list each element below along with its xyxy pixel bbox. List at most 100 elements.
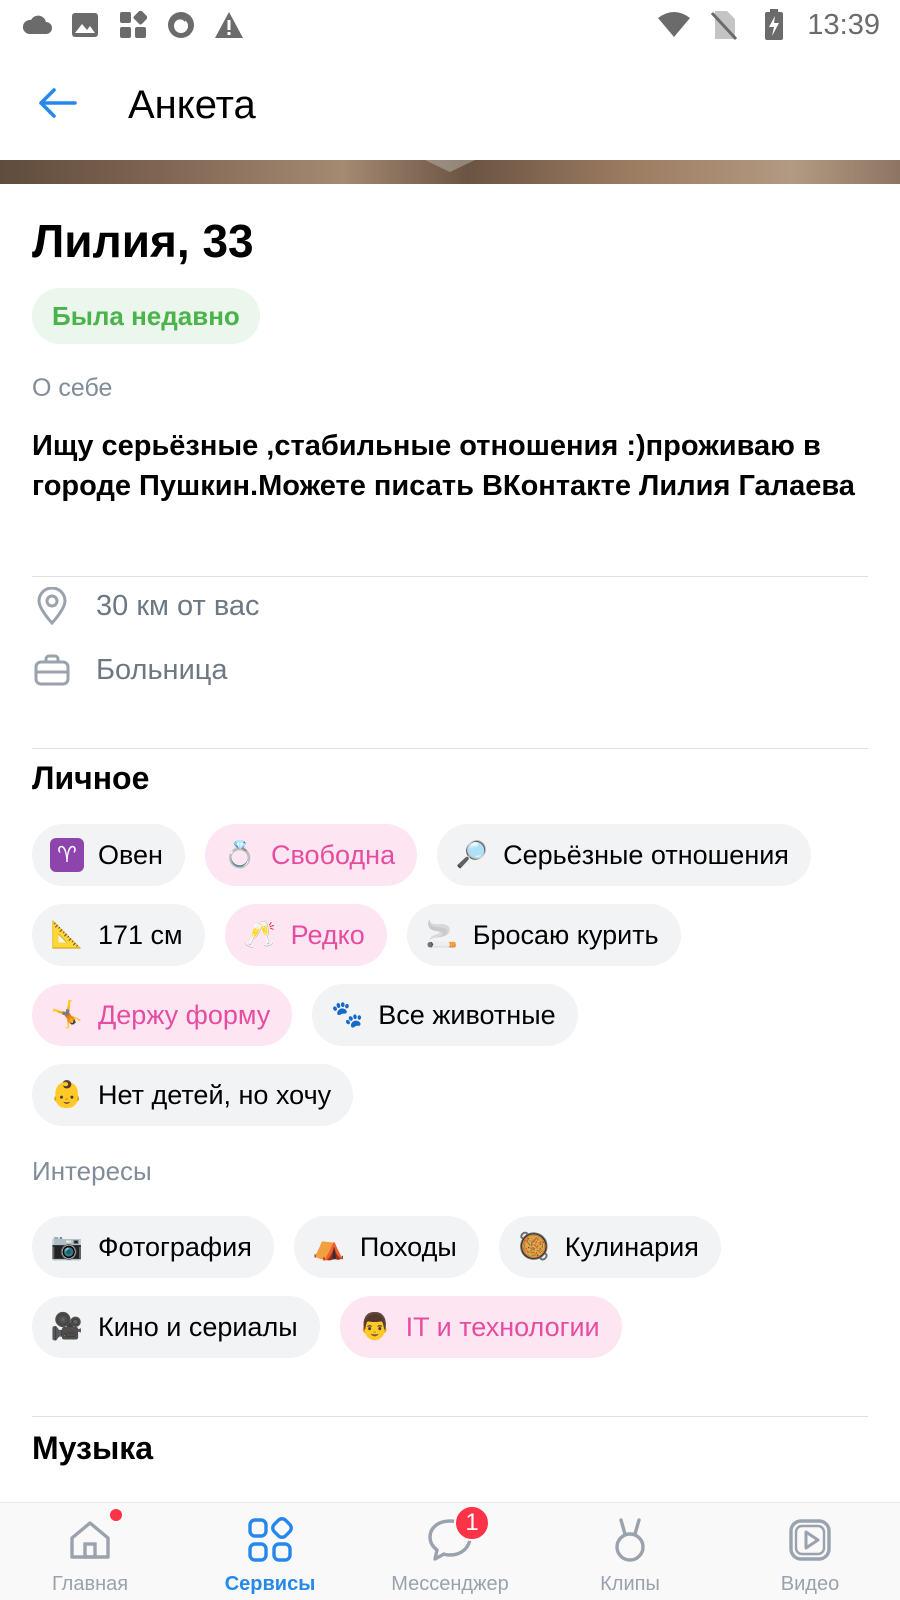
warning-icon	[212, 8, 246, 42]
divider	[32, 1416, 868, 1417]
interests-chip-row: 📷 Фотография ⛺ Походы 🥘 Кулинария	[32, 1216, 721, 1278]
divider	[32, 576, 868, 577]
tab-home[interactable]: Главная	[0, 1503, 180, 1600]
services-grid-icon	[243, 1513, 297, 1567]
personal-section-title: Личное	[32, 760, 150, 796]
status-bar-left-icons	[20, 8, 246, 42]
chip-sport[interactable]: 🤸 Держу форму	[32, 984, 293, 1046]
status-bar: 13:39	[0, 0, 900, 50]
chip-interest-movies[interactable]: 🎥 Кино и сериалы	[32, 1296, 320, 1358]
tab-clips[interactable]: Клипы	[540, 1503, 720, 1600]
gymnast-icon: 🤸	[50, 1000, 84, 1030]
app-header: Анкета	[0, 50, 900, 160]
ring-icon: 💍	[223, 840, 257, 870]
chip-label: Кино и сериалы	[98, 1311, 298, 1342]
no-sim-icon	[707, 8, 741, 42]
tab-label: Мессенджер	[391, 1573, 509, 1595]
chip-interest-it[interactable]: 👨 IT и технологии	[339, 1296, 622, 1358]
distance-text: 30 км от вас	[96, 589, 260, 622]
personal-chip-row: ♈ Овен 💍 Свободна 🔎 Серьёзные отношения	[32, 824, 811, 886]
personal-chip-row: 🤸 Держу форму 🐾 Все животные	[32, 984, 578, 1046]
distance-row: 30 км от вас	[32, 584, 260, 628]
paw-prints-icon: 🐾	[331, 1000, 364, 1030]
cigarette-icon: 🚬	[425, 920, 458, 950]
chip-interest-photography[interactable]: 📷 Фотография	[32, 1216, 274, 1278]
firefox-icon	[164, 8, 198, 42]
triangle-ruler-icon: 📐	[50, 920, 84, 950]
chip-label: Овен	[98, 839, 163, 870]
tab-video[interactable]: Видео	[720, 1503, 900, 1600]
notification-dot	[110, 1509, 122, 1521]
movie-camera-icon: 🎥	[50, 1312, 84, 1342]
about-text: Ищу серьёзные ,стабильные отношения :)пр…	[32, 430, 855, 502]
chip-label: IT и технологии	[405, 1311, 600, 1342]
technologist-icon: 👨	[358, 1312, 391, 1342]
chip-label: Держу форму	[98, 999, 271, 1030]
online-status-text: Была недавно	[52, 300, 240, 331]
cloud-icon	[20, 8, 54, 42]
chip-interest-cooking[interactable]: 🥘 Кулинария	[498, 1216, 721, 1278]
chip-label: Свободна	[270, 839, 396, 870]
tent-icon: ⛺	[312, 1232, 346, 1262]
tab-messenger[interactable]: 1 Мессенджер	[360, 1503, 540, 1600]
tab-label: Главная	[51, 1573, 129, 1595]
paella-pan-icon: 🥘	[517, 1232, 550, 1262]
aries-icon: ♈	[50, 838, 84, 872]
chip-smoking[interactable]: 🚬 Бросаю курить	[406, 904, 681, 966]
tab-services[interactable]: Сервисы	[180, 1503, 360, 1600]
briefcase-icon	[32, 650, 72, 690]
chip-label: 171 см	[98, 919, 183, 950]
clips-icon	[603, 1513, 657, 1567]
music-title-text: Музыка	[32, 1430, 154, 1466]
work-text: Больница	[96, 653, 228, 686]
chip-alcohol[interactable]: 🥂 Редко	[224, 904, 387, 966]
status-bar-right-icons: 13:39	[657, 8, 880, 42]
camera-icon: 📷	[50, 1232, 84, 1262]
chip-label: Бросаю курить	[472, 919, 659, 950]
magnifier-icon: 🔎	[455, 840, 489, 870]
personal-chip-row: 👶 Нет детей, но хочу	[32, 1064, 354, 1126]
chip-zodiac[interactable]: ♈ Овен	[32, 824, 185, 886]
chip-looking-for[interactable]: 🔎 Серьёзные отношения	[437, 824, 811, 886]
chip-label: Кулинария	[564, 1231, 699, 1262]
chip-label: Походы	[359, 1231, 457, 1262]
chip-interest-hiking[interactable]: ⛺ Походы	[293, 1216, 479, 1278]
divider	[32, 748, 868, 749]
chip-relationship-status[interactable]: 💍 Свободна	[204, 824, 418, 886]
tab-label: Клипы	[600, 1573, 660, 1595]
wifi-icon	[657, 8, 691, 42]
interests-label: Интересы	[32, 1156, 152, 1186]
online-status-badge: Была недавно	[32, 288, 260, 344]
chip-height[interactable]: 📐 171 см	[32, 904, 205, 966]
video-icon	[783, 1513, 837, 1567]
page-title: Анкета	[128, 82, 256, 127]
unread-count-badge: 1	[454, 1505, 490, 1541]
chip-label: Серьёзные отношения	[503, 839, 789, 870]
about-label: О себе	[32, 374, 113, 402]
personal-chip-row: 📐 171 см 🥂 Редко 🚬 Бросаю курить	[32, 904, 681, 966]
location-pin-icon	[32, 586, 72, 626]
arrow-left-icon	[37, 87, 77, 124]
bottom-tab-bar: Главная Сервисы 1 Мессенджер Клипы Видео	[0, 1502, 900, 1600]
status-time: 13:39	[807, 8, 880, 41]
chip-label: Фотография	[98, 1231, 252, 1262]
back-button[interactable]	[26, 74, 88, 136]
profile-name: Лилия, 33	[32, 215, 254, 267]
champagne-glasses-icon: 🥂	[243, 920, 276, 950]
apps-icon	[116, 8, 150, 42]
chip-label: Редко	[290, 919, 365, 950]
baby-icon: 👶	[50, 1080, 84, 1110]
music-section-title: Музыка	[32, 1416, 153, 1466]
chip-children[interactable]: 👶 Нет детей, но хочу	[32, 1064, 354, 1126]
chip-label: Все животные	[378, 999, 556, 1030]
battery-charging-icon	[757, 8, 791, 42]
home-icon	[63, 1513, 117, 1567]
profile-photo[interactable]	[0, 160, 900, 184]
work-row: Больница	[32, 648, 228, 692]
photo-pager-indicator	[425, 160, 475, 172]
chip-pets[interactable]: 🐾 Все животные	[312, 984, 578, 1046]
tab-label: Сервисы	[224, 1573, 316, 1595]
image-icon	[68, 8, 102, 42]
chip-label: Нет детей, но хочу	[98, 1079, 332, 1110]
tab-label: Видео	[780, 1573, 840, 1595]
